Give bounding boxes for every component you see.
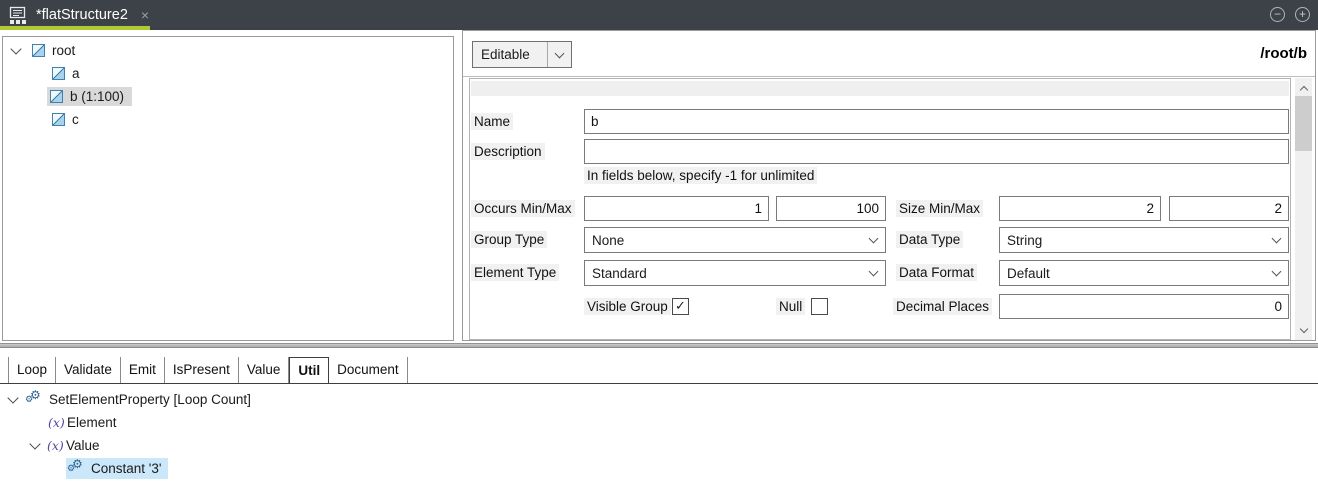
mode-select[interactable]: Editable xyxy=(472,41,572,68)
tree-item-label: a xyxy=(72,66,80,81)
data-type-value: String xyxy=(1000,233,1264,248)
check-icon: ✓ xyxy=(675,298,686,313)
util-item-label: SetElementProperty [Loop Count] xyxy=(49,392,251,407)
util-item-label: Constant '3' xyxy=(91,461,161,476)
editor-body: Name Description In fields below, specif… xyxy=(463,78,1315,340)
chevron-down-icon[interactable] xyxy=(1264,228,1288,252)
size-min-max-label: Size Min/Max xyxy=(896,200,983,217)
data-type-select[interactable]: String xyxy=(999,227,1289,253)
name-input[interactable] xyxy=(584,109,1289,134)
util-item-element[interactable]: (x) Element xyxy=(0,411,1318,434)
null-checkbox[interactable] xyxy=(811,298,828,315)
tree-item-label: b (1:100) xyxy=(70,89,124,104)
tree-item-a[interactable]: a xyxy=(3,62,453,85)
mode-select-value: Editable xyxy=(473,47,547,62)
form-top-strip xyxy=(471,81,1289,96)
element-type-value: Standard xyxy=(585,266,861,281)
data-type-label: Data Type xyxy=(896,231,963,248)
structure-icon xyxy=(9,6,28,25)
group-type-select[interactable]: None xyxy=(584,227,886,253)
description-input[interactable] xyxy=(584,139,1289,164)
property-form: Name Description In fields below, specif… xyxy=(469,78,1291,340)
element-type-label: Element Type xyxy=(471,264,559,281)
tab-emit[interactable]: Emit xyxy=(121,357,165,383)
tab-document[interactable]: Document xyxy=(329,357,408,383)
util-item-setelementproperty[interactable]: ⚙⚙ SetElementProperty [Loop Count] xyxy=(0,388,1318,411)
active-tab-indicator xyxy=(0,26,150,30)
tab-ispresent[interactable]: IsPresent xyxy=(165,357,239,383)
element-type-select[interactable]: Standard xyxy=(584,260,886,286)
data-format-label: Data Format xyxy=(896,264,977,281)
data-format-select[interactable]: Default xyxy=(999,260,1289,286)
chevron-down-icon[interactable] xyxy=(10,43,21,54)
chevron-down-icon[interactable] xyxy=(1264,261,1288,285)
tree-item-c[interactable]: c xyxy=(3,108,453,131)
group-type-value: None xyxy=(585,233,861,248)
occurs-min-max-label: Occurs Min/Max xyxy=(471,200,575,217)
chevron-down-icon[interactable] xyxy=(547,42,571,67)
tab-validate[interactable]: Validate xyxy=(56,357,121,383)
scrollbar-thumb[interactable] xyxy=(1295,96,1312,151)
util-item-label: Value xyxy=(66,438,100,453)
selected-util-item-highlight: ⚙⚙ Constant '3' xyxy=(66,458,168,479)
visible-group-label: Visible Group xyxy=(584,298,671,315)
size-max-input[interactable] xyxy=(1169,196,1289,221)
chevron-down-icon[interactable] xyxy=(861,228,885,252)
group-type-label: Group Type xyxy=(471,231,547,248)
util-item-value[interactable]: (x) Value xyxy=(0,434,1318,457)
chevron-down-icon[interactable] xyxy=(7,392,18,403)
util-tree-panel: ⚙⚙ SetElementProperty [Loop Count] (x) E… xyxy=(0,388,1318,480)
decimal-places-input[interactable] xyxy=(999,294,1289,319)
scroll-up-icon[interactable] xyxy=(1295,79,1312,96)
util-item-constant[interactable]: ⚙⚙ Constant '3' xyxy=(0,457,1318,480)
chevron-down-icon[interactable] xyxy=(861,261,885,285)
fx-icon: (x) xyxy=(48,415,67,430)
tab-value[interactable]: Value xyxy=(239,357,290,383)
window-controls: − + xyxy=(1270,7,1310,22)
tree-item-root[interactable]: root xyxy=(3,39,453,62)
selected-tree-item-highlight: b (1:100) xyxy=(47,87,132,106)
util-item-label: Element xyxy=(67,415,117,430)
chevron-down-icon[interactable] xyxy=(29,438,40,449)
occurs-min-input[interactable] xyxy=(584,196,769,221)
collapse-minus-icon[interactable]: − xyxy=(1270,7,1285,22)
bottom-tab-bar: Loop Validate Emit IsPresent Value Util … xyxy=(0,357,1318,384)
scroll-down-icon[interactable] xyxy=(1295,322,1312,339)
vertical-scrollbar[interactable] xyxy=(1295,78,1312,340)
tree-item-label: c xyxy=(72,112,79,127)
document-tab-title: *flatStructure2 xyxy=(36,7,128,23)
size-min-input[interactable] xyxy=(999,196,1161,221)
element-icon xyxy=(50,90,63,103)
unlimited-note: In fields below, specify -1 for unlimite… xyxy=(584,167,817,184)
visible-group-checkbox[interactable]: ✓ xyxy=(672,298,689,315)
close-tab-icon[interactable]: × xyxy=(141,7,149,23)
gears-icon: ⚙⚙ xyxy=(68,460,85,477)
tree-item-label: root xyxy=(52,43,75,58)
tree-item-b[interactable]: b (1:100) xyxy=(3,85,453,108)
property-editor-panel: Editable /root/b Name Description In fie… xyxy=(462,30,1316,341)
description-label: Description xyxy=(471,143,545,160)
expand-plus-icon[interactable]: + xyxy=(1295,7,1310,22)
structure-tree-panel: root a b (1:100) c xyxy=(2,36,454,341)
tab-loop[interactable]: Loop xyxy=(8,357,56,383)
element-icon xyxy=(32,44,45,57)
fx-icon: (x) xyxy=(47,438,66,453)
element-icon xyxy=(52,113,65,126)
tab-util[interactable]: Util xyxy=(289,357,329,384)
horizontal-splitter[interactable] xyxy=(0,343,1318,348)
gears-icon: ⚙⚙ xyxy=(26,391,43,408)
editor-header: Editable /root/b xyxy=(463,31,1315,77)
title-bar: *flatStructure2 × − + xyxy=(0,0,1318,30)
null-label: Null xyxy=(776,298,805,315)
name-label: Name xyxy=(471,113,513,130)
occurs-max-input[interactable] xyxy=(776,196,886,221)
element-path: /root/b xyxy=(1260,31,1307,76)
data-format-value: Default xyxy=(1000,266,1264,281)
decimal-places-label: Decimal Places xyxy=(893,298,992,315)
element-icon xyxy=(52,67,65,80)
